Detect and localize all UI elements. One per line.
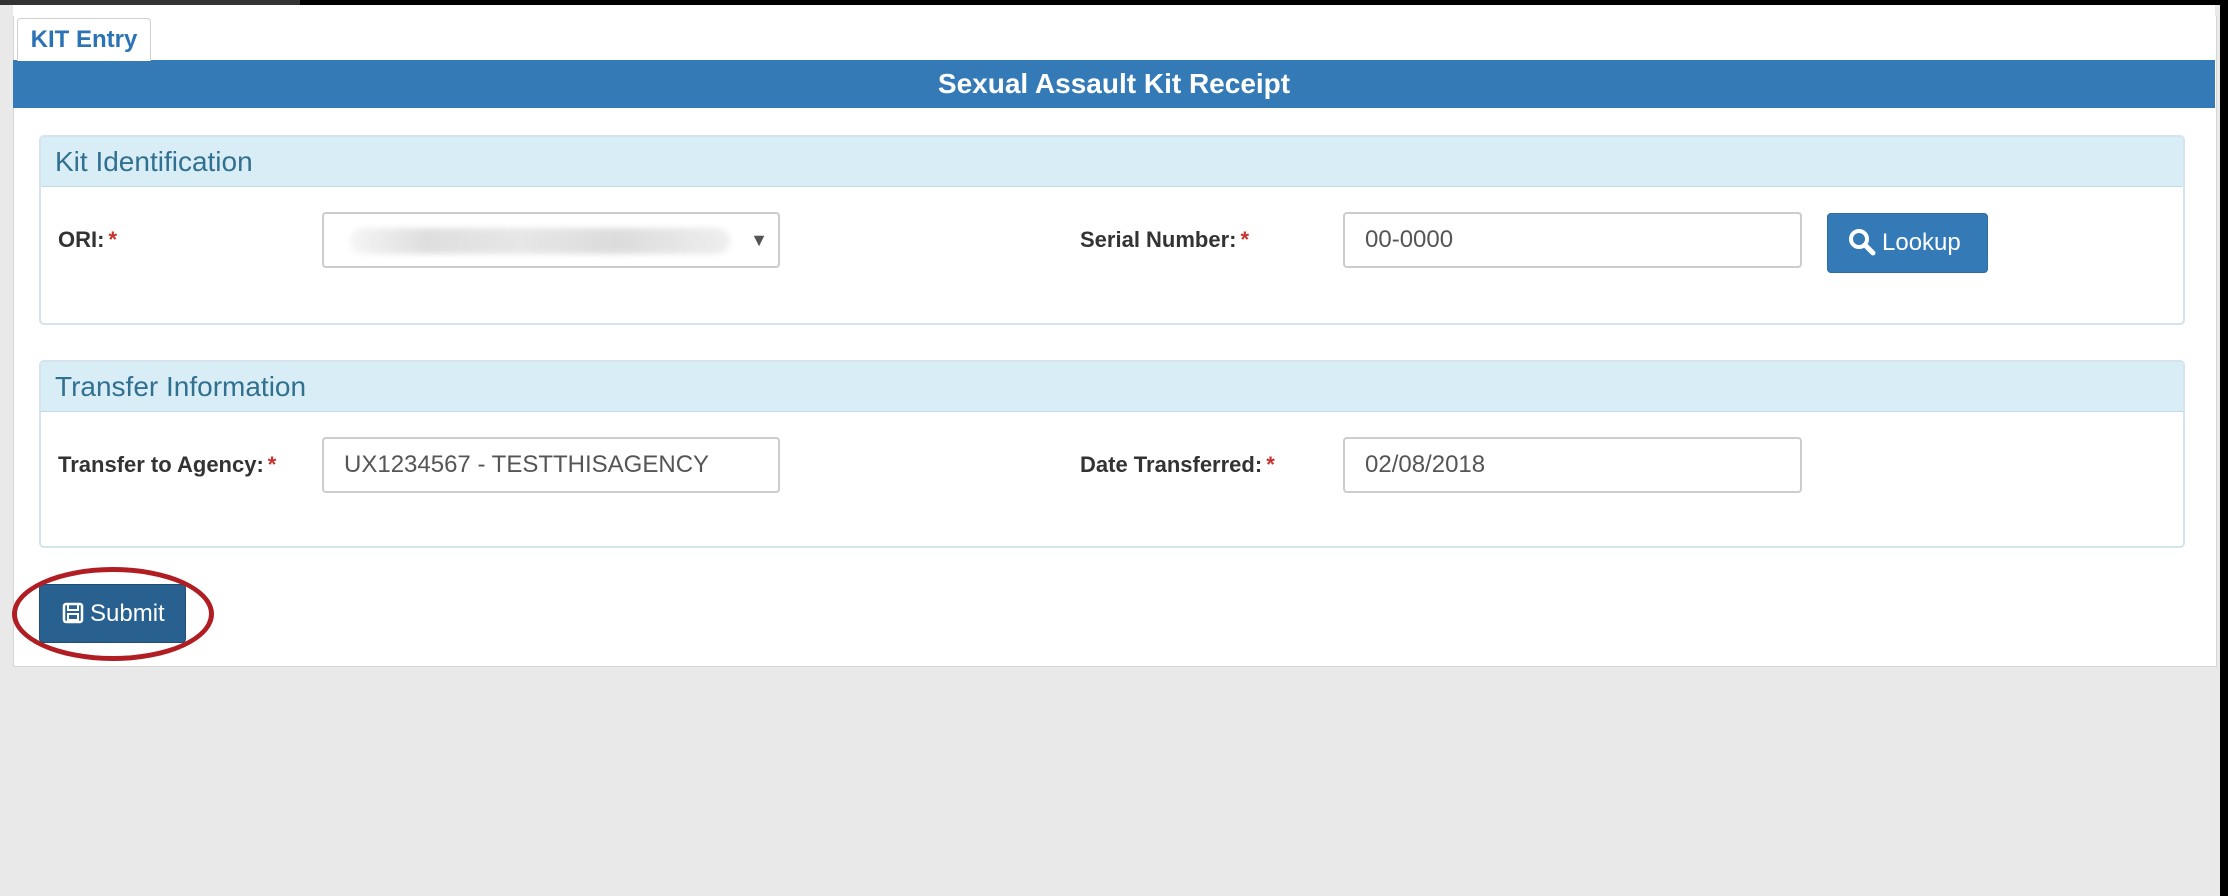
- tab-kit-entry[interactable]: KIT Entry: [17, 18, 151, 61]
- transfer-information-heading: Transfer Information: [41, 362, 2183, 412]
- date-transferred-label: Date Transferred: *: [1080, 452, 1275, 477]
- transfer-to-agency-input[interactable]: UX1234567 - TESTTHISAGENCY: [322, 437, 780, 493]
- date-transferred-input[interactable]: 02/08/2018: [1343, 437, 1802, 493]
- required-marker: *: [1240, 227, 1250, 252]
- page-title: Sexual Assault Kit Receipt: [13, 60, 2215, 108]
- screen-edge-right: [2220, 0, 2228, 896]
- dropdown-caret-icon: ▼: [750, 230, 768, 250]
- required-marker: *: [267, 452, 277, 477]
- lookup-button[interactable]: Lookup: [1827, 213, 1988, 273]
- ori-redacted-value: [350, 228, 730, 254]
- required-marker: *: [108, 227, 118, 252]
- required-marker: *: [1266, 452, 1275, 477]
- ori-label: ORI: *: [58, 227, 118, 252]
- submit-button[interactable]: Submit: [39, 584, 186, 643]
- kit-identification-heading: Kit Identification: [41, 137, 2183, 187]
- ori-select[interactable]: ▼: [322, 212, 780, 268]
- serial-number-label: Serial Number: *: [1080, 227, 1250, 252]
- serial-number-input[interactable]: 00-0000: [1343, 212, 1802, 268]
- search-icon: [1849, 228, 1876, 256]
- main-content-area: [13, 16, 2217, 667]
- floppy-disk-icon: [62, 602, 84, 623]
- transfer-to-agency-label: Transfer to Agency: *: [58, 452, 277, 477]
